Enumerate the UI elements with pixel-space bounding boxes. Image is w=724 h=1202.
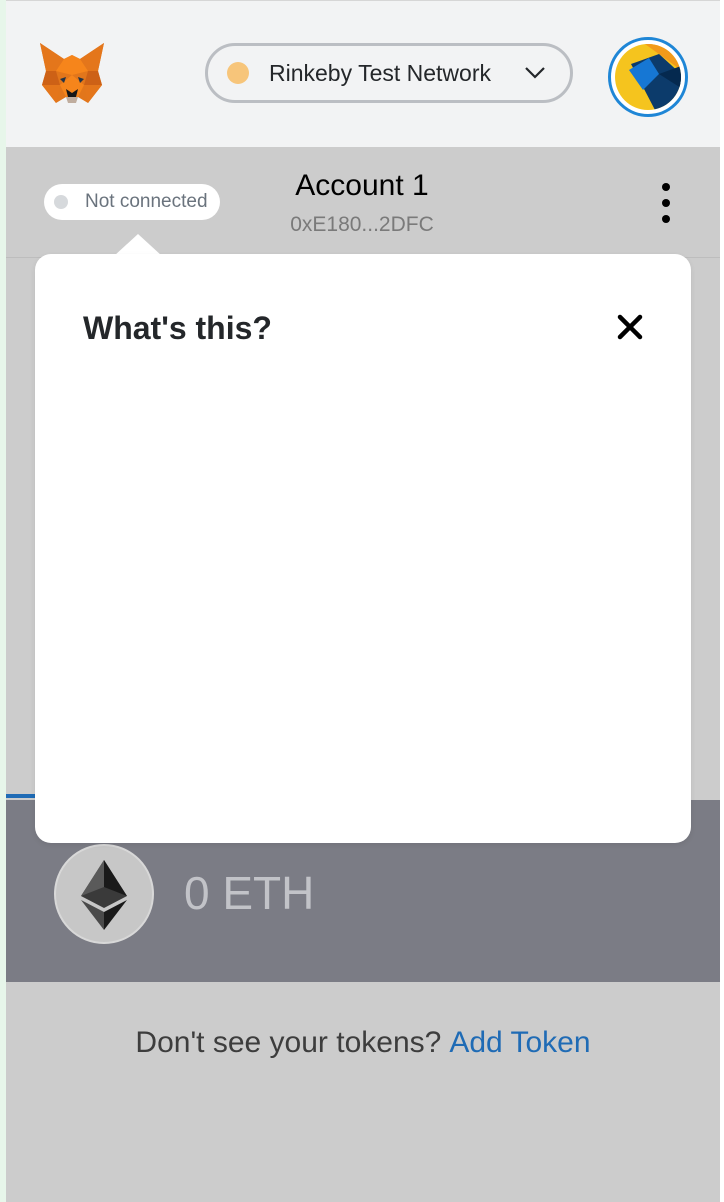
connection-status-dot xyxy=(54,195,68,209)
chevron-down-icon xyxy=(525,67,545,79)
popover-title: What's this? xyxy=(83,310,272,346)
extension-frame: Rinkeby Test Network Not connected Accou… xyxy=(6,0,720,1202)
whats-this-popover: What's this? xyxy=(35,254,691,843)
connection-status-badge[interactable]: Not connected xyxy=(44,184,220,220)
tokens-footer: Don't see your tokens? Add Token xyxy=(6,982,720,1202)
add-token-prompt: Don't see your tokens? Add Token xyxy=(6,1026,720,1060)
add-token-link[interactable]: Add Token xyxy=(449,1026,590,1059)
app-header: Rinkeby Test Network xyxy=(6,0,720,148)
eth-balance: 0 ETH xyxy=(184,867,315,919)
popover-arrow xyxy=(114,234,162,256)
account-address[interactable]: 0xE180...2DFC xyxy=(260,213,464,237)
active-tab-indicator xyxy=(6,794,36,798)
connection-status-label: Not connected xyxy=(85,191,208,212)
account-name[interactable]: Account 1 xyxy=(260,169,464,203)
kebab-dot xyxy=(662,199,670,207)
network-selector[interactable]: Rinkeby Test Network xyxy=(205,43,573,103)
metamask-popup: Rinkeby Test Network Not connected Accou… xyxy=(0,0,724,1202)
network-label: Rinkeby Test Network xyxy=(269,59,491,86)
kebab-menu-icon[interactable] xyxy=(654,183,678,223)
tokens-prompt-text: Don't see your tokens? xyxy=(135,1026,442,1059)
network-status-dot xyxy=(227,62,249,84)
kebab-dot xyxy=(662,215,670,223)
account-identicon[interactable] xyxy=(608,37,688,117)
close-icon[interactable] xyxy=(615,312,645,342)
kebab-dot xyxy=(662,183,670,191)
metamask-fox-icon[interactable] xyxy=(38,41,106,107)
ethereum-icon xyxy=(54,844,154,944)
